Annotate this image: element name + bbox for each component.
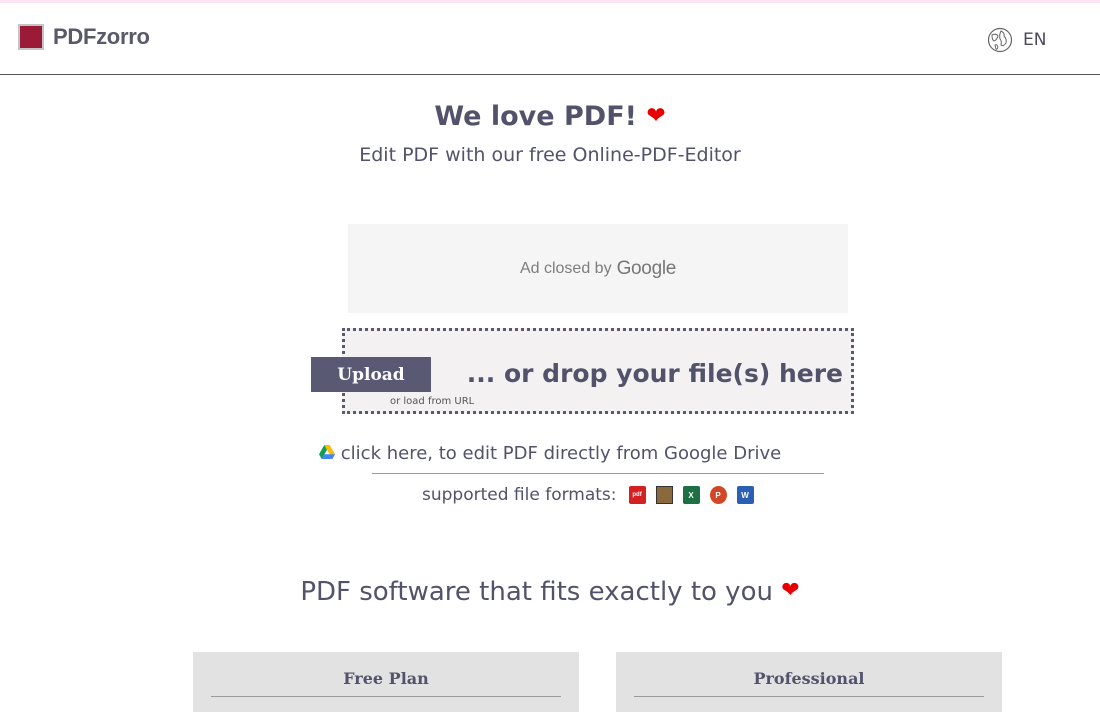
supported-formats-label: supported file formats: (422, 485, 617, 505)
logo-text: PDFzorro (53, 24, 150, 49)
heart-icon: ❤ (781, 578, 800, 603)
logo-mark-icon (18, 24, 44, 50)
language-selector[interactable]: EN (987, 27, 1046, 53)
ad-placeholder: Ad closed by Google (348, 224, 848, 313)
pdf-icon: pdf (628, 486, 646, 504)
section-title-text: PDF software that fits exactly to you (300, 577, 773, 607)
plan-card-professional: Professional (616, 652, 1002, 712)
image-icon (655, 486, 673, 504)
page-title-text: We love PDF! (434, 101, 637, 132)
site-header: PDFzorro EN (0, 3, 1100, 75)
plan-divider (634, 696, 984, 697)
supported-formats: supported file formats: pdf X P W (422, 485, 764, 505)
plan-divider (211, 696, 561, 697)
plan-name: Professional (753, 669, 865, 688)
language-label: EN (1023, 30, 1047, 50)
upload-button[interactable]: Upload (311, 357, 431, 392)
ad-google-logo: Google (616, 257, 677, 279)
word-icon: W (736, 486, 754, 504)
plan-card-free: Free Plan (193, 652, 579, 712)
page-subtitle: Edit PDF with our free Online-PDF-Editor (359, 144, 741, 166)
heart-icon: ❤ (646, 103, 666, 129)
globe-icon (987, 27, 1013, 53)
powerpoint-icon: P (709, 486, 727, 504)
google-drive-link[interactable]: click here, to edit PDF directly from Go… (318, 443, 782, 464)
divider (372, 473, 824, 474)
section-title: PDF software that fits exactly to you ❤ (0, 577, 1100, 607)
google-drive-row: click here, to edit PDF directly from Go… (0, 443, 1100, 464)
google-drive-link-text: click here, to edit PDF directly from Go… (340, 443, 782, 464)
ad-closed-text: Ad closed by (519, 259, 612, 277)
load-from-url-link[interactable]: or load from URL (390, 396, 474, 407)
drop-zone-text: ... or drop your file(s) here (466, 359, 843, 388)
plan-name: Free Plan (343, 669, 429, 688)
page-title: We love PDF! ❤ (0, 101, 1100, 132)
excel-icon: X (682, 486, 700, 504)
google-drive-icon (318, 443, 341, 464)
logo[interactable]: PDFzorro (18, 24, 150, 50)
